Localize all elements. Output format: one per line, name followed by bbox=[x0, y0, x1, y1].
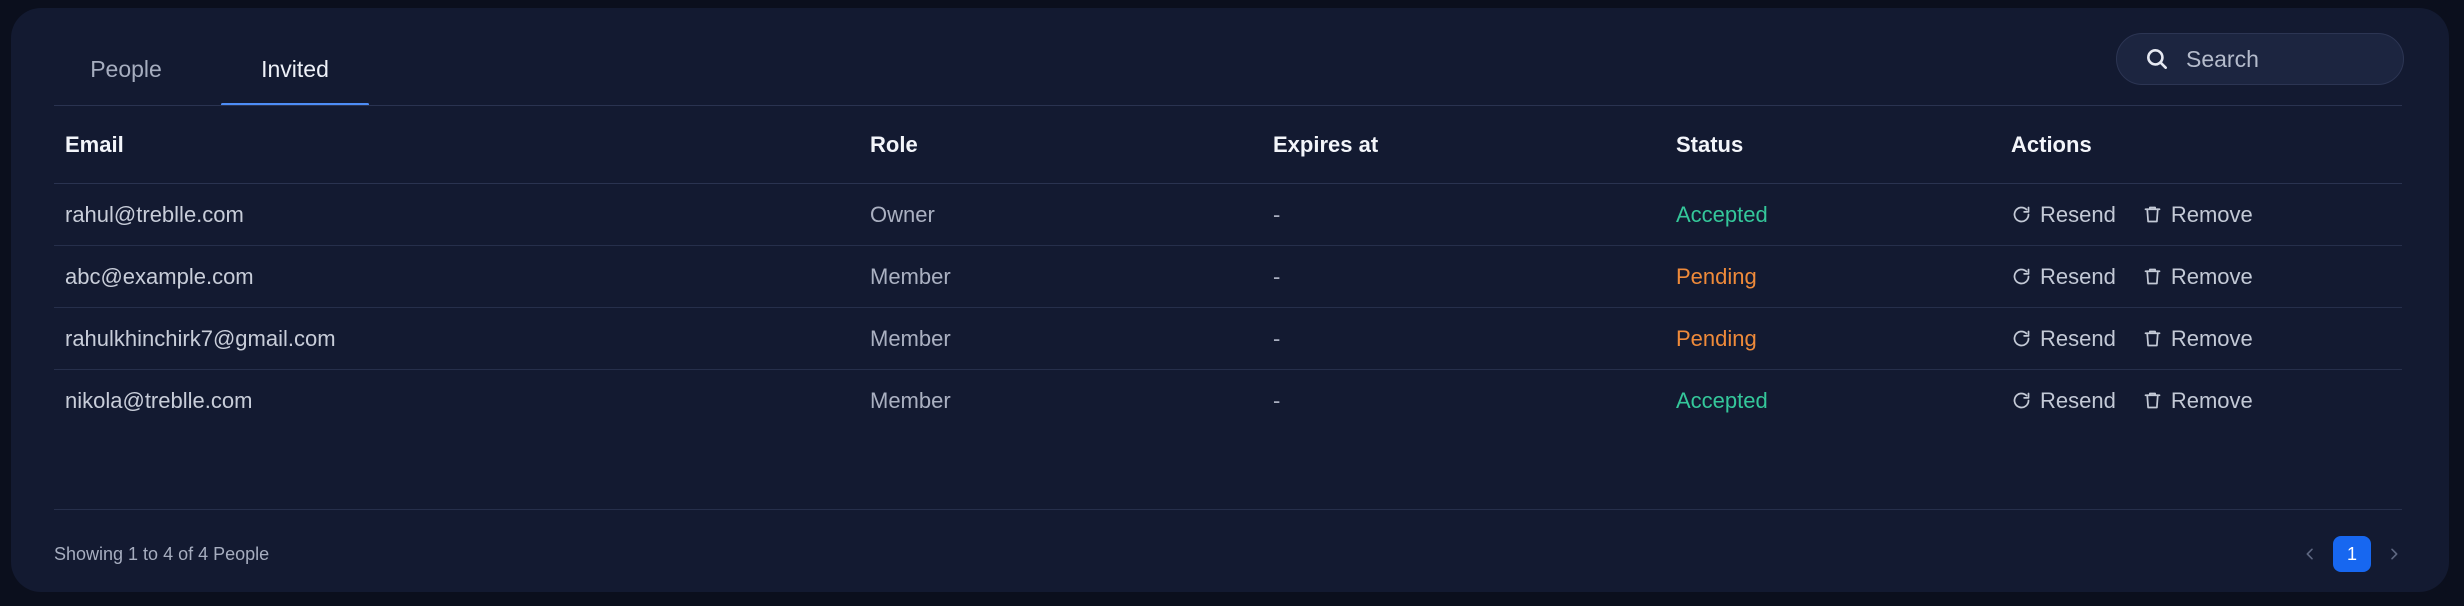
row-actions: Resend Remove bbox=[2011, 184, 2253, 245]
resend-button[interactable]: Resend bbox=[2011, 388, 2116, 414]
resend-label: Resend bbox=[2040, 325, 2116, 351]
resend-button[interactable]: Resend bbox=[2011, 202, 2116, 228]
status-badge: Accepted bbox=[1676, 201, 1768, 227]
resend-label: Resend bbox=[2040, 387, 2116, 413]
row-actions: Resend Remove bbox=[2011, 246, 2253, 307]
tab-people[interactable]: People bbox=[56, 42, 196, 106]
row-expires: - bbox=[1273, 387, 1281, 413]
remove-button[interactable]: Remove bbox=[2142, 264, 2253, 290]
search-input[interactable] bbox=[2184, 44, 2388, 74]
row-role: Owner bbox=[870, 201, 935, 227]
remove-button[interactable]: Remove bbox=[2142, 326, 2253, 352]
header-status: Status bbox=[1676, 131, 1744, 157]
status-badge: Pending bbox=[1676, 263, 1757, 289]
resend-label: Resend bbox=[2040, 201, 2116, 227]
header-actions: Actions bbox=[2011, 131, 2092, 157]
pagination: 1 bbox=[2299, 536, 2405, 572]
remove-label: Remove bbox=[2170, 387, 2253, 413]
row-email: nikola@treblle.com bbox=[65, 387, 253, 413]
row-email: rahulkhinchirk7@gmail.com bbox=[65, 325, 336, 351]
row-expires: - bbox=[1273, 325, 1281, 351]
refresh-icon bbox=[2013, 392, 2030, 409]
table-row: rahulkhinchirk7@gmail.com Member - Pendi… bbox=[54, 308, 2402, 370]
chevron-right-icon bbox=[2391, 548, 2398, 560]
table-header: Email Role Expires at Status Actions bbox=[54, 106, 2402, 184]
trash-icon bbox=[2144, 268, 2161, 285]
search-icon bbox=[2147, 49, 2167, 69]
row-email: rahul@treblle.com bbox=[65, 201, 244, 227]
remove-label: Remove bbox=[2170, 263, 2253, 289]
invites-table: Email Role Expires at Status Actions rah… bbox=[54, 106, 2402, 431]
row-expires: - bbox=[1273, 201, 1281, 227]
invited-members-panel: People Invited Email Role Expires at Sta… bbox=[11, 8, 2449, 592]
chevron-left-icon bbox=[2306, 548, 2313, 560]
tab-bar: People Invited bbox=[56, 42, 369, 106]
search-box[interactable] bbox=[2116, 33, 2404, 85]
row-actions: Resend Remove bbox=[2011, 308, 2253, 369]
next-page-button[interactable] bbox=[2383, 543, 2405, 565]
trash-icon bbox=[2144, 206, 2161, 223]
pagination-summary: Showing 1 to 4 of 4 People bbox=[54, 544, 270, 564]
status-badge: Pending bbox=[1676, 325, 1757, 351]
tab-invited[interactable]: Invited bbox=[221, 42, 369, 106]
row-email: abc@example.com bbox=[65, 263, 254, 289]
resend-button[interactable]: Resend bbox=[2011, 326, 2116, 352]
remove-label: Remove bbox=[2170, 201, 2253, 227]
resend-label: Resend bbox=[2040, 263, 2116, 289]
header-role: Role bbox=[870, 131, 918, 157]
refresh-icon bbox=[2013, 330, 2030, 347]
trash-icon bbox=[2144, 392, 2161, 409]
row-expires: - bbox=[1273, 263, 1281, 289]
remove-label: Remove bbox=[2170, 325, 2253, 351]
header-email: Email bbox=[65, 131, 124, 157]
footer-divider bbox=[54, 509, 2402, 510]
refresh-icon bbox=[2013, 268, 2030, 285]
page-1-button[interactable]: 1 bbox=[2333, 536, 2371, 572]
table-row: rahul@treblle.com Owner - Accepted Resen… bbox=[54, 184, 2402, 246]
previous-page-button[interactable] bbox=[2299, 543, 2321, 565]
resend-button[interactable]: Resend bbox=[2011, 264, 2116, 290]
refresh-icon bbox=[2013, 206, 2030, 223]
trash-icon bbox=[2144, 330, 2161, 347]
status-badge: Accepted bbox=[1676, 387, 1768, 413]
table-row: abc@example.com Member - Pending Resend … bbox=[54, 246, 2402, 308]
row-role: Member bbox=[870, 263, 951, 289]
table-row: nikola@treblle.com Member - Accepted Res… bbox=[54, 370, 2402, 431]
remove-button[interactable]: Remove bbox=[2142, 388, 2253, 414]
remove-button[interactable]: Remove bbox=[2142, 202, 2253, 228]
row-role: Member bbox=[870, 325, 951, 351]
row-role: Member bbox=[870, 387, 951, 413]
row-actions: Resend Remove bbox=[2011, 370, 2253, 431]
header-expires: Expires at bbox=[1273, 131, 1379, 157]
